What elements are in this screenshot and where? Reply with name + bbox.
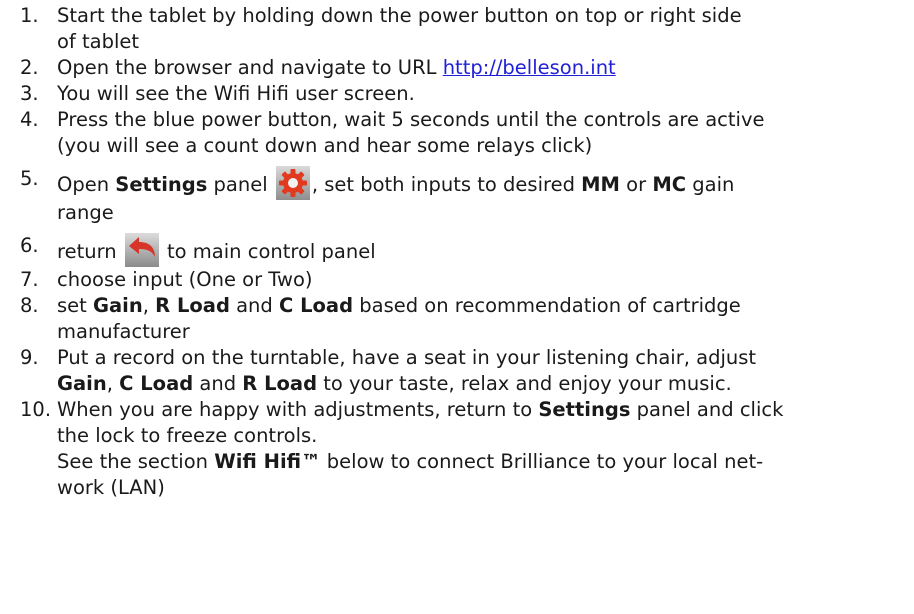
step-text: Press the blue power button, wait 5 seco… [57,108,765,157]
list-item: 6. return to main control panel [0,233,914,267]
list-item: 10. When you are happy with adjustments,… [0,397,914,501]
return-arrow-icon [124,233,159,267]
list-item: 4. Press the blue power button, wait 5 s… [0,107,914,159]
step-text: Start the tablet by holding down the pow… [57,4,742,53]
step-number: 7. [20,268,39,291]
step-number: 3. [20,82,39,105]
step-text: You will see the Wifi Hifi user screen. [57,82,415,105]
step-text: Open Settings panel , set both inputs to… [57,166,914,226]
step-number: 5. [20,167,39,190]
step-number: 8. [20,294,39,317]
gear-icon [275,166,310,200]
list-item: 7. choose input (One or Two) [0,267,914,293]
step-number: 4. [20,108,39,131]
list-item: 8. set Gain, R Load and C Load based on … [0,293,914,345]
list-item: 1. Start the tablet by holding down the … [0,3,914,55]
step-text: When you are happy with adjustments, ret… [57,398,784,499]
instruction-list: 1. Start the tablet by holding down the … [0,3,914,501]
step-text: Open the browser and navigate to URL htt… [57,56,616,79]
step-number: 6. [20,234,39,257]
step-text: set Gain, R Load and C Load based on rec… [57,294,741,343]
list-item: 9. Put a record on the turntable, have a… [0,345,914,397]
step-number: 10. [20,398,52,421]
list-item: 5. Open Settings panel , set both inputs… [0,166,914,226]
step-number: 1. [20,4,39,27]
step-text: Put a record on the turntable, have a se… [57,346,757,395]
list-item: 3. You will see the Wifi Hifi user scree… [0,81,914,107]
step-number: 2. [20,56,39,79]
step-text: return to main control panel [57,233,914,267]
step-number: 9. [20,346,39,369]
url-link[interactable]: http://belleson.int [443,56,616,79]
list-item: 2. Open the browser and navigate to URL … [0,55,914,81]
step-text: choose input (One or Two) [57,268,313,291]
